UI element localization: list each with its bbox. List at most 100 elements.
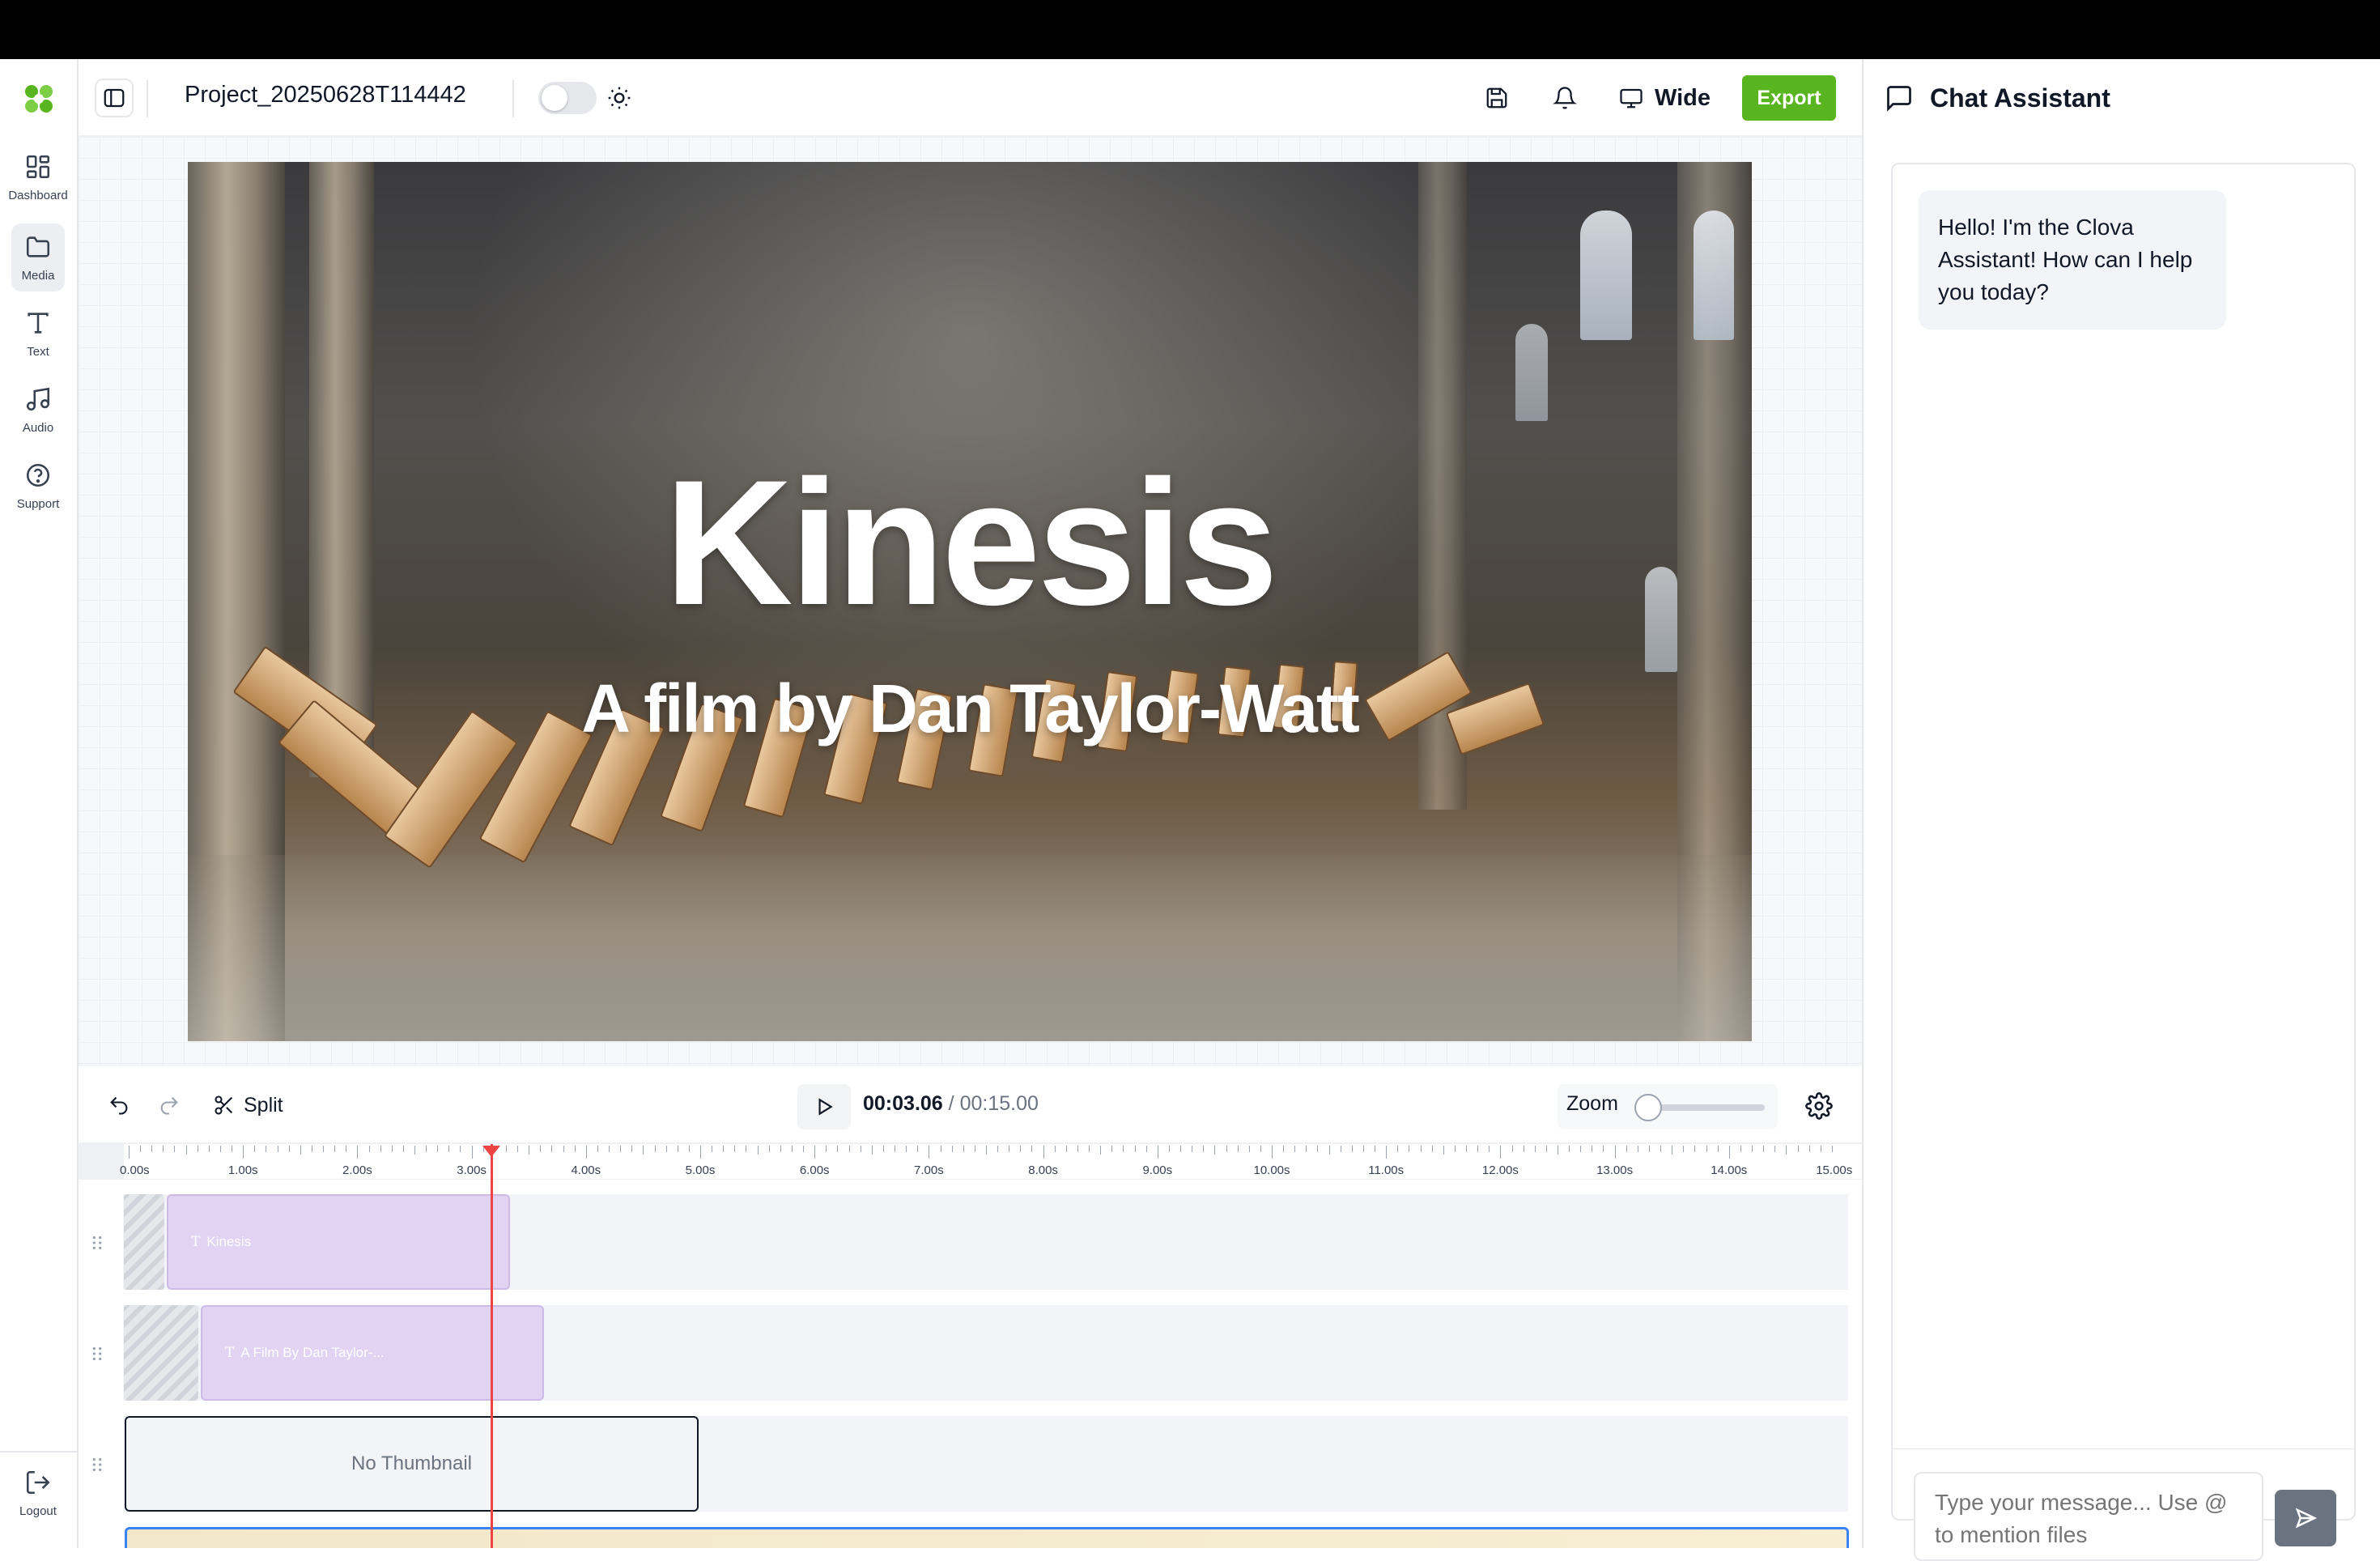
time-separator: / bbox=[948, 1092, 954, 1115]
ruler-tick bbox=[1123, 1146, 1124, 1152]
ruler-tick bbox=[1260, 1146, 1261, 1152]
assistant-message: Hello! I'm the Clova Assistant! How can … bbox=[1919, 190, 2226, 330]
sidebar-item-media[interactable]: Media bbox=[11, 223, 65, 291]
text-type-icon: T bbox=[225, 1345, 235, 1361]
ruler-label: 13.00s bbox=[1596, 1163, 1634, 1177]
sidebar-toggle-button[interactable] bbox=[95, 79, 134, 117]
ruler-tick bbox=[391, 1146, 393, 1152]
sidebar-item-dashboard[interactable]: Dashboard bbox=[8, 143, 68, 211]
audio-clip[interactable] bbox=[125, 1527, 1849, 1548]
logout-button[interactable]: Logout bbox=[11, 1457, 65, 1530]
sidebar-item-audio[interactable]: Audio bbox=[11, 376, 65, 444]
playhead-handle[interactable] bbox=[482, 1146, 500, 1157]
save-icon bbox=[1486, 87, 1507, 108]
sidebar-item-label: Audio bbox=[22, 421, 54, 435]
ruler-tick bbox=[826, 1146, 827, 1152]
ruler-tick bbox=[1328, 1146, 1330, 1155]
ruler-tick bbox=[1763, 1146, 1765, 1152]
drag-handle-icon[interactable] bbox=[88, 1456, 106, 1474]
ruler-tick bbox=[323, 1146, 325, 1152]
ruler-tick bbox=[643, 1146, 644, 1155]
ruler-tick bbox=[1420, 1146, 1422, 1152]
ruler-tick bbox=[1683, 1146, 1685, 1152]
settings-icon[interactable] bbox=[1805, 1092, 1833, 1120]
drag-handle-icon[interactable] bbox=[88, 1345, 106, 1363]
ruler-tick bbox=[563, 1146, 564, 1152]
text-clip[interactable]: T Kinesis bbox=[167, 1194, 510, 1290]
window-top-bar bbox=[0, 0, 2380, 59]
sidebar-item-support[interactable]: Support bbox=[11, 452, 65, 520]
aspect-ratio-button[interactable]: Wide bbox=[1619, 80, 1711, 116]
split-button[interactable]: Split bbox=[213, 1091, 283, 1120]
ruler-tick bbox=[402, 1146, 404, 1152]
ruler-tick bbox=[791, 1146, 793, 1152]
ruler-label: 2.00s bbox=[342, 1163, 372, 1177]
ruler-tick bbox=[1362, 1146, 1364, 1152]
ruler-tick bbox=[768, 1146, 770, 1152]
ruler-tick bbox=[1386, 1146, 1388, 1159]
zoom-slider-track[interactable] bbox=[1647, 1104, 1765, 1111]
redo-button[interactable] bbox=[158, 1091, 181, 1120]
total-time: 00:15.00 bbox=[959, 1092, 1039, 1115]
export-button[interactable]: Export bbox=[1742, 75, 1836, 121]
zoom-slider-thumb[interactable] bbox=[1634, 1094, 1662, 1121]
project-name[interactable]: Project_20250628T114442 bbox=[185, 82, 466, 108]
bell-icon bbox=[1553, 87, 1577, 109]
sidebar-item-text[interactable]: Text bbox=[11, 300, 65, 368]
ruler-tick bbox=[1466, 1146, 1468, 1152]
ruler-tick bbox=[871, 1146, 873, 1155]
clip-transition bbox=[124, 1305, 198, 1401]
ruler-tick bbox=[1054, 1146, 1056, 1152]
ruler-tick bbox=[368, 1146, 370, 1152]
zoom-label: Zoom bbox=[1566, 1092, 1618, 1115]
ruler-tick bbox=[963, 1146, 964, 1152]
ruler-tick bbox=[1603, 1146, 1604, 1152]
playhead[interactable] bbox=[491, 1144, 493, 1548]
save-button[interactable] bbox=[1482, 83, 1511, 113]
ruler-tick bbox=[574, 1146, 576, 1152]
ruler-label: 3.00s bbox=[457, 1163, 487, 1177]
aspect-ratio-label: Wide bbox=[1655, 84, 1711, 111]
media-clip[interactable]: No Thumbnail bbox=[125, 1416, 699, 1512]
ruler-tick bbox=[882, 1146, 884, 1152]
ruler-tick bbox=[1145, 1146, 1147, 1152]
ruler-tick bbox=[1614, 1146, 1616, 1159]
sun-icon[interactable] bbox=[606, 85, 632, 111]
ruler-label: 14.00s bbox=[1711, 1163, 1748, 1177]
ruler-tick bbox=[1717, 1146, 1719, 1152]
send-button[interactable] bbox=[2275, 1490, 2336, 1546]
ruler-tick bbox=[1477, 1146, 1479, 1152]
play-button[interactable] bbox=[797, 1084, 851, 1129]
type-icon bbox=[28, 313, 49, 334]
ruler-tick bbox=[620, 1146, 622, 1152]
notifications-button[interactable] bbox=[1550, 83, 1579, 113]
ruler-tick bbox=[505, 1146, 507, 1152]
ruler-tick bbox=[1831, 1146, 1833, 1152]
drag-handle-icon[interactable] bbox=[88, 1234, 106, 1252]
timeline-ruler[interactable]: 0.00s 1.00s 2.00s 3.00s 4.00s 5.00s 6.00s 7.00s… bbox=[79, 1144, 1862, 1180]
theme-toggle[interactable] bbox=[538, 82, 597, 114]
video-preview[interactable]: Kinesis A film by Dan Taylor-Watt bbox=[188, 162, 1752, 1041]
ruler-tick bbox=[917, 1146, 919, 1152]
sidebar-item-label: Text bbox=[27, 345, 49, 359]
message-square-icon bbox=[1887, 86, 1911, 112]
ruler-label: 4.00s bbox=[571, 1163, 601, 1177]
redo-icon bbox=[160, 1096, 178, 1115]
ruler-gutter bbox=[79, 1144, 124, 1180]
ruler-tick bbox=[185, 1146, 187, 1155]
scissors-icon bbox=[215, 1095, 233, 1115]
ruler-tick bbox=[814, 1146, 816, 1159]
undo-button[interactable] bbox=[108, 1091, 130, 1120]
ruler-tick bbox=[1626, 1146, 1627, 1152]
timeline[interactable]: 0.00s 1.00s 2.00s 3.00s 4.00s 5.00s 6.00s 7.00s… bbox=[79, 1144, 1862, 1548]
ruler-tick bbox=[997, 1146, 999, 1152]
ruler-tick bbox=[1031, 1146, 1033, 1152]
ruler-tick bbox=[1728, 1146, 1730, 1159]
ruler-tick bbox=[1203, 1146, 1205, 1152]
ruler-tick bbox=[688, 1146, 690, 1152]
ruler-tick bbox=[163, 1146, 164, 1152]
ruler-label: 9.00s bbox=[1142, 1163, 1173, 1177]
ruler-tick bbox=[631, 1146, 633, 1152]
ruler-label: 6.00s bbox=[799, 1163, 830, 1177]
ruler-label: 0.00s bbox=[119, 1163, 150, 1177]
